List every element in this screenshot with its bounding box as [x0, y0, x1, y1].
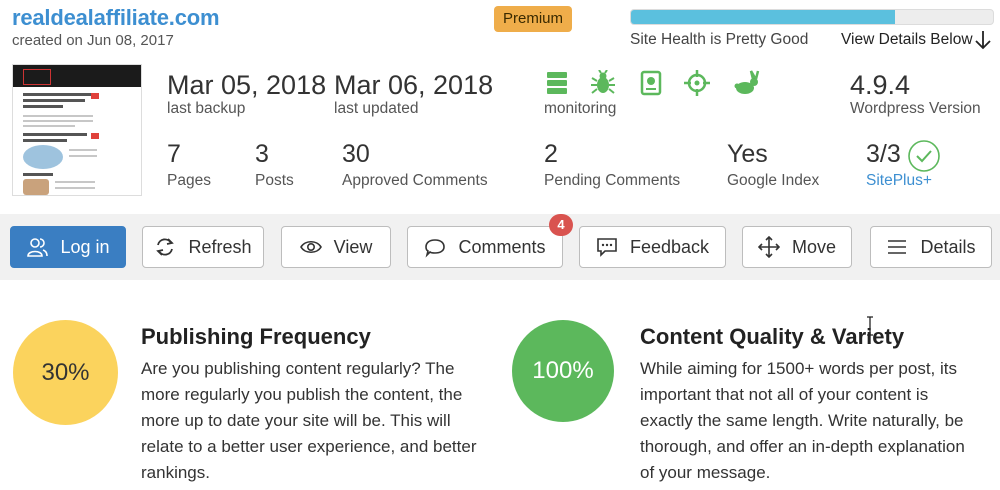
approved-comments-count: 30	[342, 140, 370, 168]
last-updated-label: last updated	[334, 100, 419, 117]
site-health-text: Site Health is Pretty Good	[630, 31, 809, 48]
publishing-frequency-percent: 30%	[41, 358, 90, 386]
pages-label: Pages	[167, 172, 211, 189]
view-details-link[interactable]: View Details Below	[841, 31, 973, 49]
google-index-label: Google Index	[727, 172, 820, 189]
posts-count: 3	[255, 140, 269, 168]
speech-bubble-icon	[425, 239, 446, 258]
login-button[interactable]: Log in	[10, 226, 126, 268]
comments-count-badge: 4	[549, 214, 573, 236]
last-updated-date: Mar 06, 2018	[334, 70, 494, 100]
server-icon[interactable]	[544, 70, 570, 96]
refresh-button[interactable]: Refresh	[142, 226, 264, 268]
feedback-button[interactable]: Feedback	[579, 226, 726, 268]
move-icon	[757, 236, 780, 258]
drive-icon[interactable]	[638, 70, 664, 96]
monitoring-label: monitoring	[544, 100, 617, 117]
move-label: Move	[791, 236, 836, 257]
comments-label: Comments	[458, 236, 546, 257]
rabbit-icon[interactable]	[734, 70, 760, 96]
publishing-frequency-title: Publishing Frequency	[141, 324, 371, 349]
last-backup-label: last backup	[167, 100, 246, 117]
check-circle-icon	[908, 140, 940, 172]
details-label: Details	[920, 236, 976, 257]
site-health-fill	[631, 10, 896, 24]
refresh-icon	[156, 238, 175, 256]
pending-comments-count: 2	[544, 140, 558, 168]
last-backup-date: Mar 05, 2018	[167, 70, 327, 100]
feedback-label: Feedback	[629, 236, 710, 257]
view-label: View	[333, 236, 373, 257]
publishing-frequency-text: Are you publishing content regularly? Th…	[141, 359, 477, 482]
content-quality-score: 100%	[512, 320, 614, 422]
menu-icon	[888, 240, 907, 254]
bug-icon[interactable]	[590, 70, 616, 96]
comments-button[interactable]: Comments	[407, 226, 563, 268]
publishing-frequency-score: 30%	[13, 320, 118, 425]
move-button[interactable]: Move	[742, 226, 852, 268]
view-button[interactable]: View	[281, 226, 391, 268]
eye-icon	[299, 240, 322, 254]
login-label: Log in	[60, 236, 110, 257]
pending-comments-label: Pending Comments	[544, 172, 681, 189]
text-cursor-icon	[867, 316, 873, 336]
posts-label: Posts	[255, 172, 294, 189]
feedback-icon	[597, 238, 617, 257]
wordpress-version-label: Wordpress Version	[850, 100, 981, 117]
google-index-value: Yes	[727, 140, 768, 168]
content-quality-text: While aiming for 1500+ words per post, i…	[640, 359, 965, 482]
site-health-bar	[630, 9, 994, 25]
wordpress-version: 4.9.4	[850, 70, 911, 100]
created-date: created on Jun 08, 2017	[12, 32, 174, 49]
users-icon	[27, 238, 49, 257]
approved-comments-label: Approved Comments	[342, 172, 488, 189]
site-url[interactable]: realdealaffiliate.com	[12, 5, 220, 31]
siteplus-link[interactable]: SitePlus+	[866, 172, 932, 190]
site-thumbnail[interactable]	[12, 64, 142, 196]
refresh-label: Refresh	[188, 236, 252, 257]
content-quality-percent: 100%	[532, 357, 594, 384]
details-button[interactable]: Details	[870, 226, 992, 268]
premium-badge: Premium	[494, 6, 572, 32]
target-icon[interactable]	[684, 70, 710, 96]
pages-count: 7	[167, 140, 181, 168]
siteplus-value: 3/3	[866, 140, 901, 168]
arrow-down-icon[interactable]	[974, 29, 992, 51]
